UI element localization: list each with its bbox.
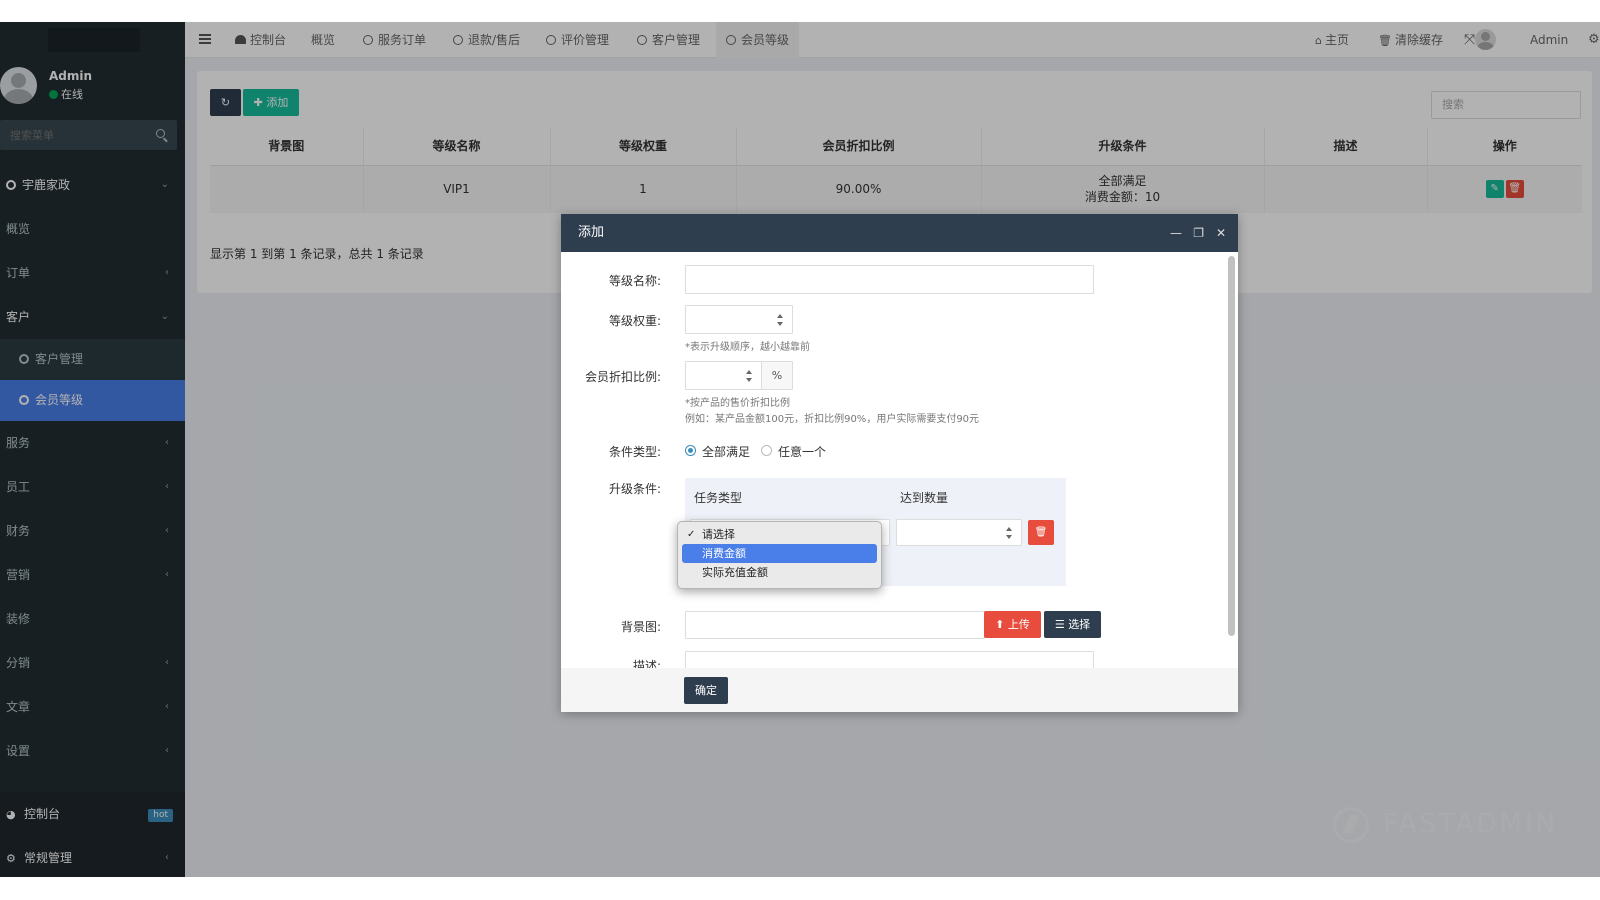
trash-icon: 🗑	[1034, 527, 1048, 538]
app-window: Admin 在线 宇鹿家政⌄ 概览 订单‹ 客户⌄ 客户管理 会员等级 服务‹ …	[0, 22, 1600, 877]
close-icon[interactable]: ✕	[1216, 214, 1226, 252]
desc-label: 描述:	[632, 659, 661, 668]
dialog-footer: 确定	[561, 668, 1238, 712]
upload-button[interactable]: ⬆ 上传	[984, 611, 1041, 638]
upload-icon: ⬆	[995, 618, 1005, 631]
upgrade-label: 升级条件:	[608, 482, 661, 496]
choose-button[interactable]: ☰ 选择	[1044, 611, 1101, 638]
dialog-body: 等级名称: 等级权重: *表示升级顺序，越小越靠前 会员折扣比例: % *按产品…	[561, 252, 1238, 668]
stepper-icon[interactable]	[746, 370, 753, 382]
radio-all[interactable]	[685, 445, 696, 456]
dropdown-option[interactable]: 实际充值金额	[682, 563, 877, 582]
bg-image-input[interactable]	[685, 611, 985, 639]
discount-label: 会员折扣比例:	[584, 370, 661, 384]
radio-any-label[interactable]: 任意一个	[778, 443, 826, 460]
radio-any[interactable]	[761, 445, 772, 456]
dropdown-option[interactable]: ✓ 请选择	[682, 525, 877, 544]
discount-hint-1: *按产品的售价折扣比例	[685, 398, 790, 409]
level-name-input[interactable]	[685, 265, 1094, 294]
checkmark-icon: ✓	[687, 529, 696, 540]
dialog-scrollbar[interactable]	[1228, 256, 1235, 636]
confirm-button[interactable]: 确定	[684, 677, 728, 704]
desc-textarea[interactable]	[685, 651, 1094, 668]
stepper-icon[interactable]	[777, 314, 784, 326]
upload-label: 上传	[1007, 618, 1030, 631]
choose-label: 选择	[1068, 618, 1091, 631]
stepper-icon[interactable]	[1006, 527, 1013, 539]
weight-hint: *表示升级顺序，越小越靠前	[685, 342, 810, 353]
option-label: 请选择	[702, 528, 735, 541]
target-count-input[interactable]	[896, 519, 1022, 546]
level-weight-input[interactable]	[685, 305, 793, 334]
dialog-title: 添加	[578, 225, 605, 240]
target-count-header: 达到数量	[900, 491, 949, 505]
task-type-dropdown: ✓ 请选择 消费金额 实际充值金额	[677, 521, 882, 589]
delete-condition-button[interactable]: 🗑	[1028, 520, 1054, 545]
option-label: 消费金额	[702, 547, 746, 560]
discount-input[interactable]	[685, 361, 762, 390]
task-type-header: 任务类型	[694, 491, 743, 505]
minimize-icon[interactable]: —	[1170, 214, 1182, 252]
name-label: 等级名称:	[608, 274, 661, 288]
list-icon: ☰	[1054, 618, 1065, 631]
cond-type-label: 条件类型:	[608, 445, 661, 459]
weight-label: 等级权重:	[608, 314, 661, 328]
maximize-icon[interactable]: ❐	[1193, 214, 1204, 252]
dropdown-option[interactable]: 消费金额	[682, 544, 877, 563]
add-dialog: 添加 — ❐ ✕ 等级名称: 等级权重: *表示升级顺序，越小越靠前 会员折扣比…	[561, 214, 1238, 712]
discount-unit: %	[761, 361, 793, 390]
radio-all-label[interactable]: 全部满足	[702, 443, 750, 460]
discount-hint-2: 例如：某产品金额100元，折扣比例90%，用户实际需要支付90元	[685, 414, 980, 425]
dialog-header: 添加 — ❐ ✕	[561, 214, 1238, 252]
option-label: 实际充值金额	[702, 566, 768, 579]
bg-label: 背景图:	[620, 620, 661, 634]
